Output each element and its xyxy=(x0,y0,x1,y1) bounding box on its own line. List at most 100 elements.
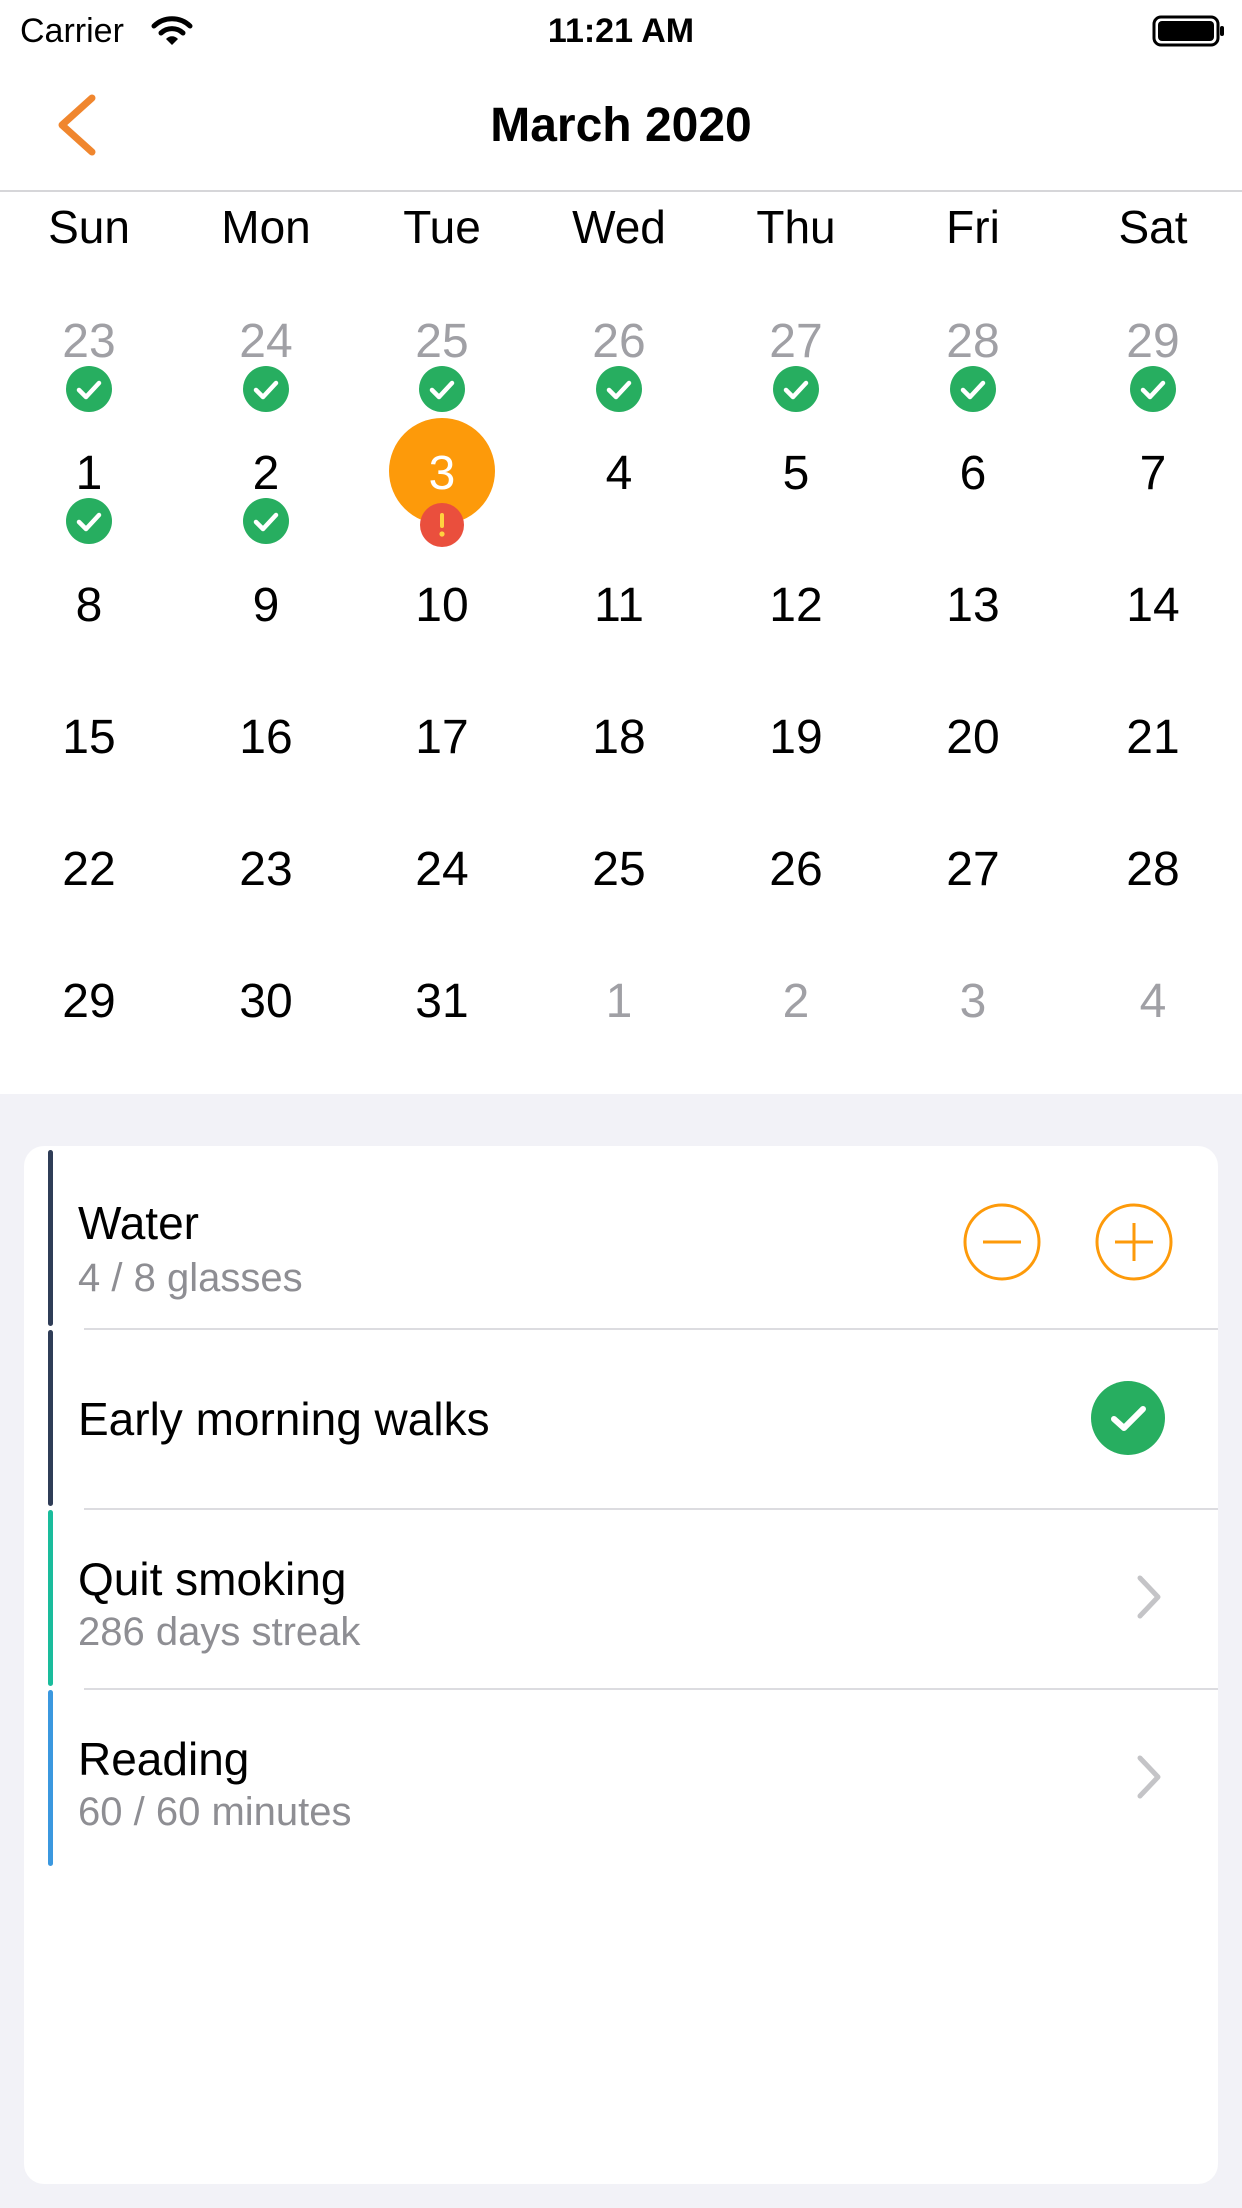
day-number: 16 xyxy=(239,711,293,764)
calendar-day[interactable]: 15 xyxy=(0,702,178,834)
calendar-day[interactable]: 7 xyxy=(1064,438,1242,570)
nav-bar: March 2020 xyxy=(0,60,1242,192)
calendar-day[interactable]: 13 xyxy=(884,570,1062,702)
day-number: 21 xyxy=(1126,711,1180,764)
weekday-mon: Mon xyxy=(221,201,311,253)
habit-list: Water 4 / 8 glasses Early morning walks … xyxy=(24,1146,1218,2184)
calendar-day[interactable]: 28 xyxy=(1064,834,1242,966)
check-circle-icon xyxy=(596,366,642,412)
day-number: 1 xyxy=(605,975,633,1028)
calendar-day[interactable]: 2 xyxy=(707,966,885,1098)
calendar-day[interactable]: 3 xyxy=(884,966,1062,1098)
calendar-day[interactable]: 22 xyxy=(0,834,178,966)
habit-title: Quit smoking xyxy=(78,1553,347,1605)
calendar-day[interactable]: 20 xyxy=(884,702,1062,834)
check-circle-icon xyxy=(773,366,819,412)
day-number: 20 xyxy=(946,711,1000,764)
chevron-right-icon[interactable] xyxy=(1130,1752,1170,1802)
calendar-day[interactable]: 6 xyxy=(884,438,1062,570)
calendar-day[interactable]: 4 xyxy=(530,438,708,570)
day-number: 3 xyxy=(428,447,456,500)
decrement-button[interactable] xyxy=(962,1202,1042,1282)
day-number: 24 xyxy=(239,315,293,368)
day-number: 19 xyxy=(769,711,823,764)
habit-color-bar xyxy=(48,1330,53,1506)
status-time: 11:21 AM xyxy=(547,12,695,50)
calendar-day[interactable]: 9 xyxy=(177,570,355,702)
calendar-day[interactable]: 28 xyxy=(884,306,1062,438)
day-number: 10 xyxy=(415,579,469,632)
calendar-day[interactable]: 23 xyxy=(0,306,178,438)
habit-row-quit-smoking[interactable]: Quit smoking 286 days streak xyxy=(24,1510,1218,1690)
check-circle-icon xyxy=(66,366,112,412)
calendar-day[interactable]: 5 xyxy=(707,438,885,570)
calendar-day-today[interactable]: 3 xyxy=(353,418,531,570)
check-circle-icon xyxy=(243,498,289,544)
calendar-day[interactable]: 26 xyxy=(530,306,708,438)
check-circle-icon xyxy=(243,366,289,412)
day-number: 28 xyxy=(946,315,1000,368)
chevron-right-icon[interactable] xyxy=(1130,1572,1170,1622)
habit-row-walks[interactable]: Early morning walks xyxy=(24,1330,1218,1510)
weekday-sat: Sat xyxy=(1118,201,1188,253)
calendar-day[interactable]: 10 xyxy=(353,570,531,702)
calendar-area: Carrier 11:21 AM March 2020 Sun Mon Tue … xyxy=(0,0,1242,1094)
day-number: 24 xyxy=(415,843,469,896)
calendar-day[interactable]: 27 xyxy=(884,834,1062,966)
calendar-day[interactable]: 16 xyxy=(177,702,355,834)
battery-icon xyxy=(1152,15,1224,47)
calendar-day[interactable]: 12 xyxy=(707,570,885,702)
calendar-day[interactable]: 8 xyxy=(0,570,178,702)
habit-color-bar xyxy=(48,1510,53,1686)
calendar-day[interactable]: 24 xyxy=(177,306,355,438)
calendar-day[interactable]: 29 xyxy=(0,966,178,1098)
calendar-day[interactable]: 19 xyxy=(707,702,885,834)
calendar-day[interactable]: 27 xyxy=(707,306,885,438)
calendar-day[interactable]: 1 xyxy=(530,966,708,1098)
calendar-day[interactable]: 30 xyxy=(177,966,355,1098)
habit-color-bar xyxy=(48,1150,53,1326)
calendar-day[interactable]: 23 xyxy=(177,834,355,966)
calendar-day[interactable]: 4 xyxy=(1064,966,1242,1098)
day-number: 25 xyxy=(415,315,469,368)
habit-subtitle: 60 / 60 minutes xyxy=(78,1790,352,1834)
calendar-day[interactable]: 29 xyxy=(1064,306,1242,438)
day-number: 3 xyxy=(959,975,987,1028)
check-circle-icon xyxy=(950,366,996,412)
calendar-day[interactable]: 31 xyxy=(353,966,531,1098)
day-number: 27 xyxy=(946,843,1000,896)
calendar-day[interactable]: 1 xyxy=(0,438,178,570)
day-number: 6 xyxy=(959,447,987,500)
day-number: 12 xyxy=(769,579,823,632)
day-number: 14 xyxy=(1126,579,1180,632)
calendar-day[interactable]: 17 xyxy=(353,702,531,834)
day-number: 7 xyxy=(1139,447,1167,500)
day-number: 17 xyxy=(415,711,469,764)
day-number: 2 xyxy=(252,447,280,500)
day-number: 2 xyxy=(782,975,810,1028)
calendar-day[interactable]: 26 xyxy=(707,834,885,966)
check-circle-icon[interactable] xyxy=(1090,1380,1166,1456)
day-number: 25 xyxy=(592,843,646,896)
weekday-fri: Fri xyxy=(946,201,1000,253)
habit-row-reading[interactable]: Reading 60 / 60 minutes xyxy=(24,1690,1218,1870)
habit-row-water[interactable]: Water 4 / 8 glasses xyxy=(24,1150,1218,1330)
status-bar: Carrier 11:21 AM xyxy=(0,0,1242,60)
weekday-header: Sun Mon Tue Wed Thu Fri Sat xyxy=(0,200,1242,270)
day-number: 8 xyxy=(75,579,103,632)
calendar-day[interactable]: 21 xyxy=(1064,702,1242,834)
check-circle-icon xyxy=(1130,366,1176,412)
calendar-day[interactable]: 25 xyxy=(530,834,708,966)
day-number: 23 xyxy=(239,843,293,896)
calendar-day[interactable]: 11 xyxy=(530,570,708,702)
calendar-day[interactable]: 14 xyxy=(1064,570,1242,702)
calendar-day[interactable]: 2 xyxy=(177,438,355,570)
page-title: March 2020 xyxy=(490,99,752,152)
increment-button[interactable] xyxy=(1094,1202,1174,1282)
day-number: 15 xyxy=(62,711,116,764)
calendar-day[interactable]: 18 xyxy=(530,702,708,834)
calendar-day[interactable]: 24 xyxy=(353,834,531,966)
day-number: 30 xyxy=(239,975,293,1028)
day-number: 29 xyxy=(1126,315,1180,368)
day-number: 26 xyxy=(592,315,646,368)
